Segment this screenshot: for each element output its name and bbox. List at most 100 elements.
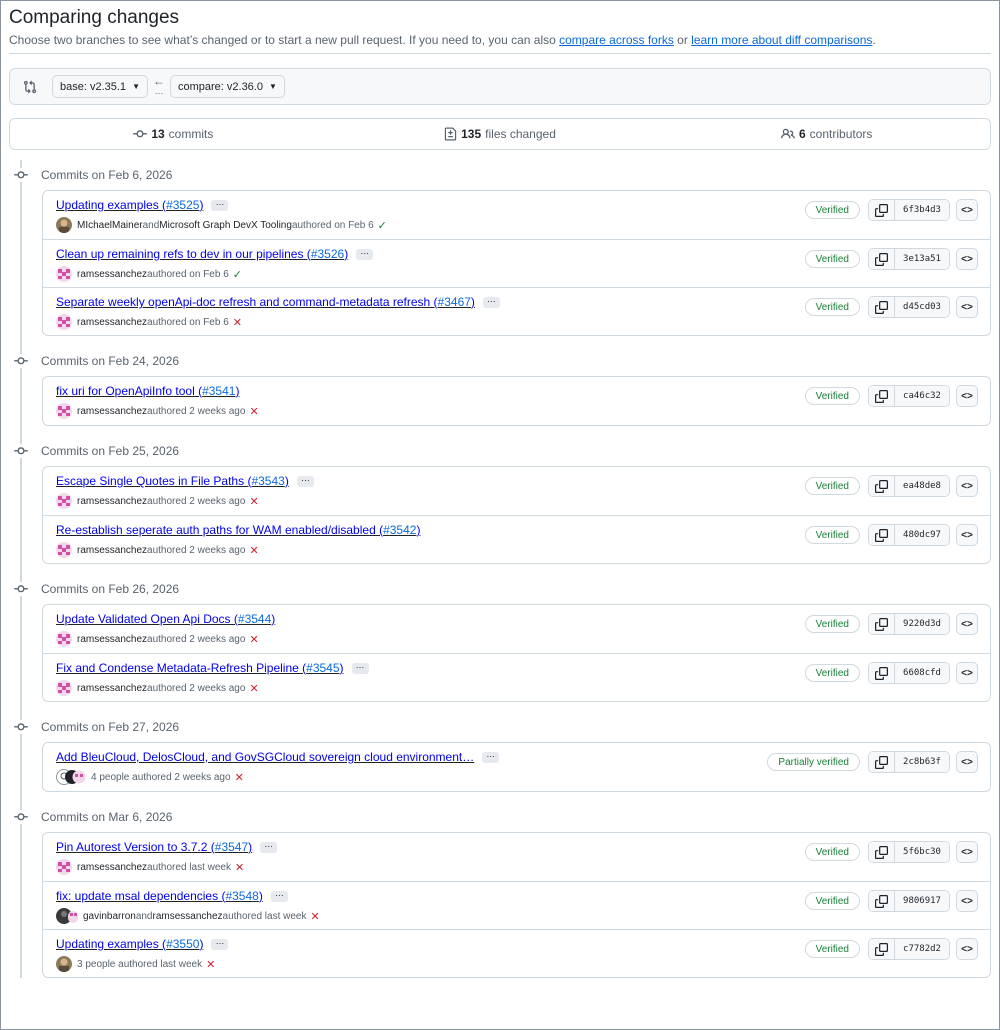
check-icon[interactable]: ✓ [378,219,387,232]
pr-link[interactable]: #3543 [251,474,284,488]
avatar[interactable] [56,908,78,924]
x-icon[interactable]: ✕ [249,495,258,508]
x-icon[interactable]: ✕ [249,544,258,557]
code-icon[interactable]: <> [956,662,978,684]
expand-message-button[interactable]: … [270,888,288,902]
pr-link[interactable]: #3525 [166,198,199,212]
code-icon[interactable]: <> [956,475,978,497]
verified-badge[interactable]: Verified [804,201,860,219]
x-icon[interactable]: ✕ [249,633,258,646]
author-link[interactable]: ramsessanchez [77,496,147,507]
commit-message-link[interactable]: Re-establish seperate auth paths for WAM… [56,523,420,537]
expand-message-button[interactable]: … [482,294,500,308]
verified-badge[interactable]: Verified [804,615,860,633]
code-icon[interactable]: <> [956,385,978,407]
code-icon[interactable]: <> [956,751,978,773]
compare-branch-select[interactable]: compare: v2.36.0 ▼ [169,75,285,98]
verified-badge[interactable]: Verified [804,664,860,682]
pr-link[interactable]: #3547 [215,840,248,854]
commit-sha-link[interactable]: 2c8b63f [895,752,949,772]
verified-badge[interactable]: Partially verified [767,753,860,771]
x-icon[interactable]: ✕ [235,861,244,874]
avatar[interactable] [56,493,72,509]
verified-badge[interactable]: Verified [804,892,860,910]
x-icon[interactable]: ✕ [206,958,215,971]
commit-sha-link[interactable]: 6f3b4d3 [895,200,949,220]
author-link[interactable]: gavinbarron [83,911,136,922]
learn-more-link[interactable]: learn more about diff comparisons [691,33,872,47]
commits-tab[interactable]: 13 commits [10,127,337,141]
pr-link[interactable]: #3526 [311,247,344,261]
avatar[interactable] [56,631,72,647]
pr-link[interactable]: #3544 [238,612,271,626]
commit-message-link[interactable]: Fix and Condense Metadata-Refresh Pipeli… [56,661,344,675]
compare-forks-link[interactable]: compare across forks [559,33,674,47]
coauthor-link[interactable]: ramsessanchez [153,911,223,922]
copy-icon[interactable] [869,939,895,959]
author-link[interactable]: ramsessanchez [77,269,147,280]
expand-message-button[interactable]: … [260,839,278,853]
expand-message-button[interactable]: … [351,660,369,674]
pr-link[interactable]: #3542 [383,523,416,537]
verified-badge[interactable]: Verified [804,250,860,268]
author-link[interactable]: ramsessanchez [77,406,147,417]
commit-sha-link[interactable]: ca46c32 [895,386,949,406]
author-link[interactable]: MIchaelMainer [77,220,143,231]
copy-icon[interactable] [869,752,895,772]
x-icon[interactable]: ✕ [249,682,258,695]
copy-icon[interactable] [869,386,895,406]
commit-message-link[interactable]: Clean up remaining refs to dev in our pi… [56,247,348,261]
copy-icon[interactable] [869,200,895,220]
verified-badge[interactable]: Verified [804,843,860,861]
pr-link[interactable]: #3548 [225,889,258,903]
verified-badge[interactable]: Verified [804,526,860,544]
commit-message-link[interactable]: Updating examples (#3550) [56,937,203,951]
verified-badge[interactable]: Verified [804,477,860,495]
avatar[interactable] [56,314,72,330]
author-link[interactable]: ramsessanchez [77,862,147,873]
x-icon[interactable]: ✕ [249,405,258,418]
commit-message-link[interactable]: fix: update msal dependencies (#3548) [56,889,263,903]
code-icon[interactable]: <> [956,296,978,318]
commit-sha-link[interactable]: d45cd03 [895,297,949,317]
copy-icon[interactable] [869,249,895,269]
avatar[interactable] [56,217,72,233]
commit-message-link[interactable]: Update Validated Open Api Docs (#3544) [56,612,275,626]
commit-sha-link[interactable]: 6608cfd [895,663,949,683]
pr-link[interactable]: #3467 [438,295,471,309]
expand-message-button[interactable]: … [296,473,314,487]
avatar[interactable] [56,956,72,972]
copy-icon[interactable] [869,663,895,683]
commit-sha-link[interactable]: 9220d3d [895,614,949,634]
verified-badge[interactable]: Verified [804,387,860,405]
avatar[interactable] [56,769,86,785]
avatar[interactable] [56,542,72,558]
expand-message-button[interactable]: … [211,197,229,211]
code-icon[interactable]: <> [956,841,978,863]
author-link[interactable]: ramsessanchez [77,545,147,556]
code-icon[interactable]: <> [956,613,978,635]
git-compare-icon[interactable] [22,79,38,95]
code-icon[interactable]: <> [956,938,978,960]
copy-icon[interactable] [869,525,895,545]
commit-message-link[interactable]: Add BleuCloud, DelosCloud, and GovSGClou… [56,750,474,764]
pr-link[interactable]: #3550 [166,937,199,951]
avatar[interactable] [56,680,72,696]
avatar[interactable] [56,403,72,419]
pr-link[interactable]: #3541 [202,384,235,398]
copy-icon[interactable] [869,476,895,496]
verified-badge[interactable]: Verified [804,298,860,316]
commit-message-link[interactable]: Updating examples (#3525) [56,198,203,212]
commit-sha-link[interactable]: ea48de8 [895,476,949,496]
expand-message-button[interactable]: … [356,246,374,260]
author-link[interactable]: ramsessanchez [77,634,147,645]
expand-message-button[interactable]: … [211,936,229,950]
pr-link[interactable]: #3545 [306,661,339,675]
check-icon[interactable]: ✓ [233,268,242,281]
x-icon[interactable]: ✕ [310,910,319,923]
verified-badge[interactable]: Verified [804,940,860,958]
commit-sha-link[interactable]: 3e13a51 [895,249,949,269]
commit-message-link[interactable]: Pin Autorest Version to 3.7.2 (#3547) [56,840,252,854]
commit-message-link[interactable]: fix uri for OpenApiInfo tool (#3541) [56,384,239,398]
copy-icon[interactable] [869,891,895,911]
